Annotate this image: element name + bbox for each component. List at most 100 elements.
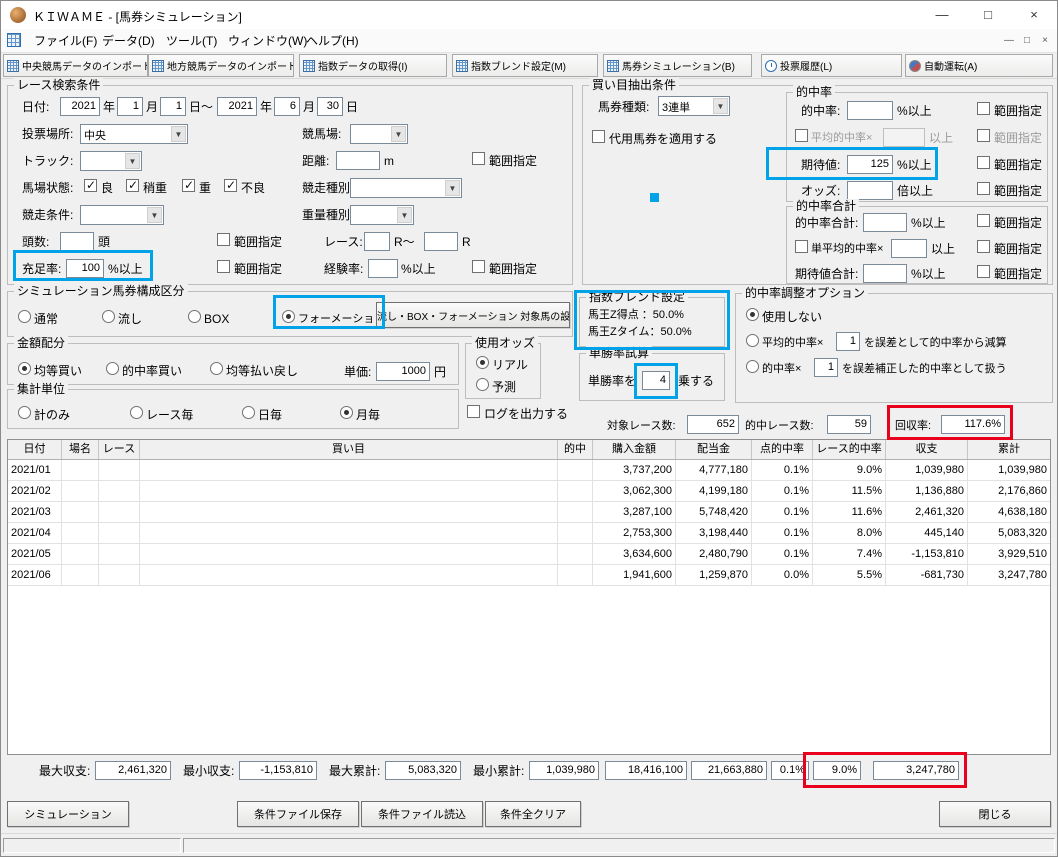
date-from-day-field[interactable]: 1 bbox=[160, 97, 186, 116]
toolbar-index-fetch-button[interactable]: 指数データの取得(I) bbox=[299, 54, 447, 77]
composition-formation-radio[interactable] bbox=[282, 310, 295, 323]
hit-total-range-checkbox[interactable] bbox=[977, 214, 990, 227]
table-col-header[interactable]: レース bbox=[99, 440, 140, 459]
date-from-year-field[interactable]: 2021 bbox=[60, 97, 100, 116]
expected-range-checkbox[interactable] bbox=[977, 156, 990, 169]
mdi-minimize-icon[interactable]: — bbox=[1001, 33, 1017, 49]
avg-hit-range-checkbox[interactable] bbox=[977, 129, 990, 142]
table-row[interactable]: 2021/02 3,062,300 4,199,180 0.1% 11.5% 1… bbox=[8, 481, 1050, 502]
date-from-month-field[interactable]: 1 bbox=[117, 97, 143, 116]
toolbar-central-import-button[interactable]: 中央競馬データのインポート(J) bbox=[3, 54, 148, 77]
adjust-hit-field[interactable]: 1 bbox=[814, 358, 838, 377]
expected-value-field[interactable]: 125 bbox=[847, 155, 893, 174]
course-select[interactable]: ▼ bbox=[350, 124, 408, 144]
composition-nagashi-radio[interactable] bbox=[102, 310, 115, 323]
minimize-icon[interactable]: — bbox=[919, 1, 965, 29]
place-select[interactable]: 中央 ▼ bbox=[80, 124, 188, 144]
fill-rate-field[interactable]: 100 bbox=[66, 259, 104, 278]
race-type-select[interactable]: ▼ bbox=[350, 178, 462, 198]
table-col-header[interactable]: 購入金額 bbox=[593, 440, 676, 459]
agg-per-month-radio[interactable] bbox=[340, 406, 353, 419]
agg-per-day-radio[interactable] bbox=[242, 406, 255, 419]
amount-by-hit-radio[interactable] bbox=[106, 362, 119, 375]
menu-data[interactable]: データ(D) bbox=[93, 29, 164, 53]
unit-price-field[interactable]: 1000 bbox=[376, 362, 430, 381]
table-row[interactable]: 2021/06 1,941,600 1,259,870 0.0% 5.5% -6… bbox=[8, 565, 1050, 586]
menu-help[interactable]: ヘルプ(H) bbox=[297, 29, 368, 53]
save-condition-button[interactable]: 条件ファイル保存 bbox=[237, 801, 359, 827]
avg-total-range-checkbox[interactable] bbox=[977, 240, 990, 253]
race-cond-select[interactable]: ▼ bbox=[80, 205, 164, 225]
odds-range-checkbox[interactable] bbox=[977, 182, 990, 195]
target-horse-setting-button[interactable]: 流し・BOX・フォーメーション 対象馬の設定 bbox=[376, 302, 570, 328]
table-row[interactable]: 2021/04 2,753,300 3,198,440 0.1% 8.0% 44… bbox=[8, 523, 1050, 544]
table-row[interactable]: 2021/01 3,737,200 4,777,180 0.1% 9.0% 1,… bbox=[8, 460, 1050, 481]
table-col-header[interactable]: 的中 bbox=[558, 440, 593, 459]
going-soft-checkbox[interactable] bbox=[182, 178, 195, 192]
table-row[interactable]: 2021/05 3,634,600 2,480,790 0.1% 7.4% -1… bbox=[8, 544, 1050, 565]
adjust-avg-field[interactable]: 1 bbox=[836, 332, 860, 351]
exp-rate-field[interactable] bbox=[368, 259, 398, 278]
race-no-to-field[interactable] bbox=[424, 232, 458, 251]
amount-equal-refund-radio[interactable] bbox=[210, 362, 223, 375]
going-yielding-checkbox[interactable] bbox=[126, 178, 139, 192]
table-col-header[interactable]: 日付 bbox=[8, 440, 62, 459]
adjust-none-radio[interactable] bbox=[746, 308, 759, 321]
toolbar-history-button[interactable]: 投票履歴(L) bbox=[761, 54, 902, 77]
odds-field[interactable] bbox=[847, 181, 893, 200]
table-row[interactable]: 2021/03 3,287,100 5,748,420 0.1% 11.6% 2… bbox=[8, 502, 1050, 523]
hit-rate-field[interactable] bbox=[847, 101, 893, 120]
table-col-header[interactable]: 累計 bbox=[968, 440, 1050, 459]
avg-total-field[interactable] bbox=[891, 239, 927, 258]
avg-total-checkbox[interactable] bbox=[795, 240, 808, 253]
agg-total-only-radio[interactable] bbox=[18, 406, 31, 419]
amount-equal-radio[interactable] bbox=[18, 362, 31, 375]
menu-tools[interactable]: ツール(T) bbox=[157, 29, 226, 53]
track-select[interactable]: ▼ bbox=[80, 151, 142, 171]
table-col-header[interactable]: 収支 bbox=[886, 440, 968, 459]
table-col-header[interactable]: 場名 bbox=[62, 440, 99, 459]
close-button[interactable]: 閉じる bbox=[939, 801, 1051, 827]
adjust-hit-radio[interactable] bbox=[746, 360, 759, 373]
agg-per-race-radio[interactable] bbox=[130, 406, 143, 419]
heads-field[interactable] bbox=[60, 232, 94, 251]
avg-hit-checkbox[interactable] bbox=[795, 129, 808, 142]
weight-type-select[interactable]: ▼ bbox=[350, 205, 414, 225]
toolbar-simulation-button[interactable]: 馬券シミュレーション(B) bbox=[603, 54, 752, 77]
date-to-month-field[interactable]: 6 bbox=[274, 97, 300, 116]
substitute-checkbox[interactable] bbox=[592, 130, 605, 143]
exp-range-checkbox[interactable] bbox=[472, 260, 485, 273]
race-no-from-field[interactable] bbox=[364, 232, 390, 251]
distance-range-checkbox[interactable] bbox=[472, 152, 485, 165]
composition-normal-radio[interactable] bbox=[18, 310, 31, 323]
maximize-icon[interactable]: □ bbox=[965, 1, 1011, 29]
log-output-checkbox[interactable] bbox=[467, 405, 480, 418]
table-col-header[interactable]: 点的中率 bbox=[752, 440, 813, 459]
date-to-year-field[interactable]: 2021 bbox=[217, 97, 257, 116]
table-col-header[interactable]: レース的中率 bbox=[813, 440, 886, 459]
win-rate-power-field[interactable]: 4 bbox=[642, 371, 670, 390]
heads-range-checkbox[interactable] bbox=[217, 233, 230, 246]
hit-total-field[interactable] bbox=[863, 213, 907, 232]
adjust-avg-radio[interactable] bbox=[746, 334, 759, 347]
fill-range-checkbox[interactable] bbox=[217, 260, 230, 273]
going-good-checkbox[interactable] bbox=[84, 178, 97, 192]
distance-field[interactable] bbox=[336, 151, 380, 170]
expect-total-range-checkbox[interactable] bbox=[977, 265, 990, 278]
simulate-button[interactable]: シミュレーション bbox=[7, 801, 129, 827]
mdi-restore-icon[interactable]: □ bbox=[1019, 33, 1035, 49]
date-to-day-field[interactable]: 30 bbox=[317, 97, 343, 116]
table-col-header[interactable]: 買い目 bbox=[140, 440, 558, 459]
clear-condition-button[interactable]: 条件全クリア bbox=[485, 801, 581, 827]
table-col-header[interactable]: 配当金 bbox=[676, 440, 752, 459]
expect-total-field[interactable] bbox=[863, 264, 907, 283]
odds-real-radio[interactable] bbox=[476, 356, 489, 369]
composition-box-radio[interactable] bbox=[188, 310, 201, 323]
hit-rate-range-checkbox[interactable] bbox=[977, 102, 990, 115]
close-icon[interactable]: × bbox=[1011, 1, 1057, 29]
going-heavy-checkbox[interactable] bbox=[224, 178, 237, 192]
toolbar-autorun-button[interactable]: 自動運転(A) bbox=[905, 54, 1053, 77]
ticket-type-select[interactable]: 3連単 ▼ bbox=[658, 96, 730, 116]
toolbar-local-import-button[interactable]: 地方競馬データのインポート(N) bbox=[148, 54, 294, 77]
odds-forecast-radio[interactable] bbox=[476, 378, 489, 391]
